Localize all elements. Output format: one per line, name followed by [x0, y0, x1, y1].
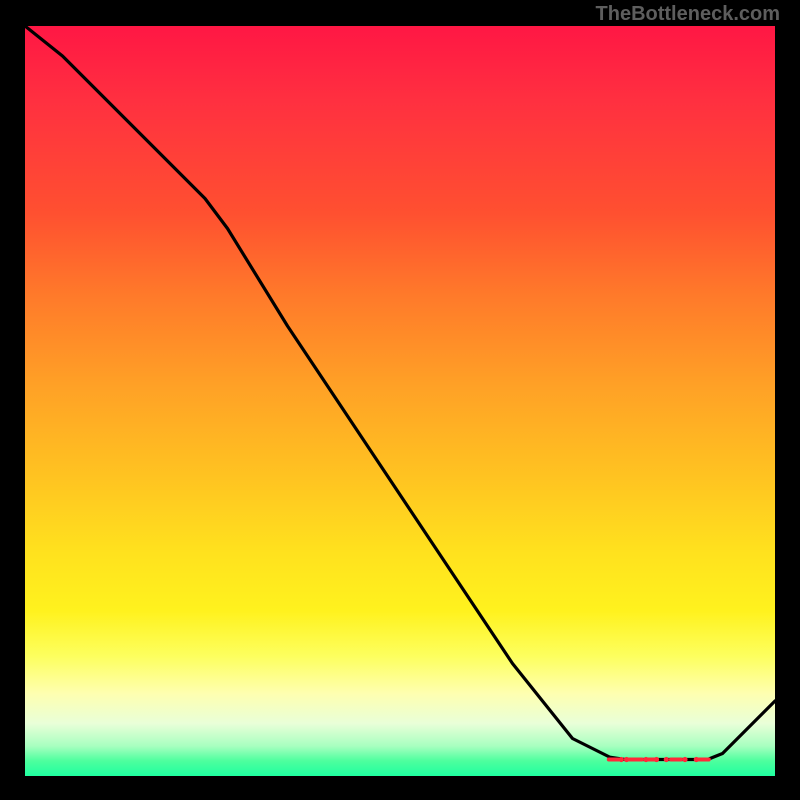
marker-dot — [619, 757, 624, 762]
curve-line — [25, 26, 775, 760]
marker-dot — [682, 757, 687, 762]
marker-dot — [664, 757, 669, 762]
plot-area — [25, 26, 775, 776]
bottom-markers — [609, 757, 709, 762]
marker-dot — [654, 757, 659, 762]
chart-container: TheBottleneck.com — [0, 0, 800, 800]
attribution-text: TheBottleneck.com — [596, 3, 780, 26]
chart-svg — [25, 26, 775, 776]
